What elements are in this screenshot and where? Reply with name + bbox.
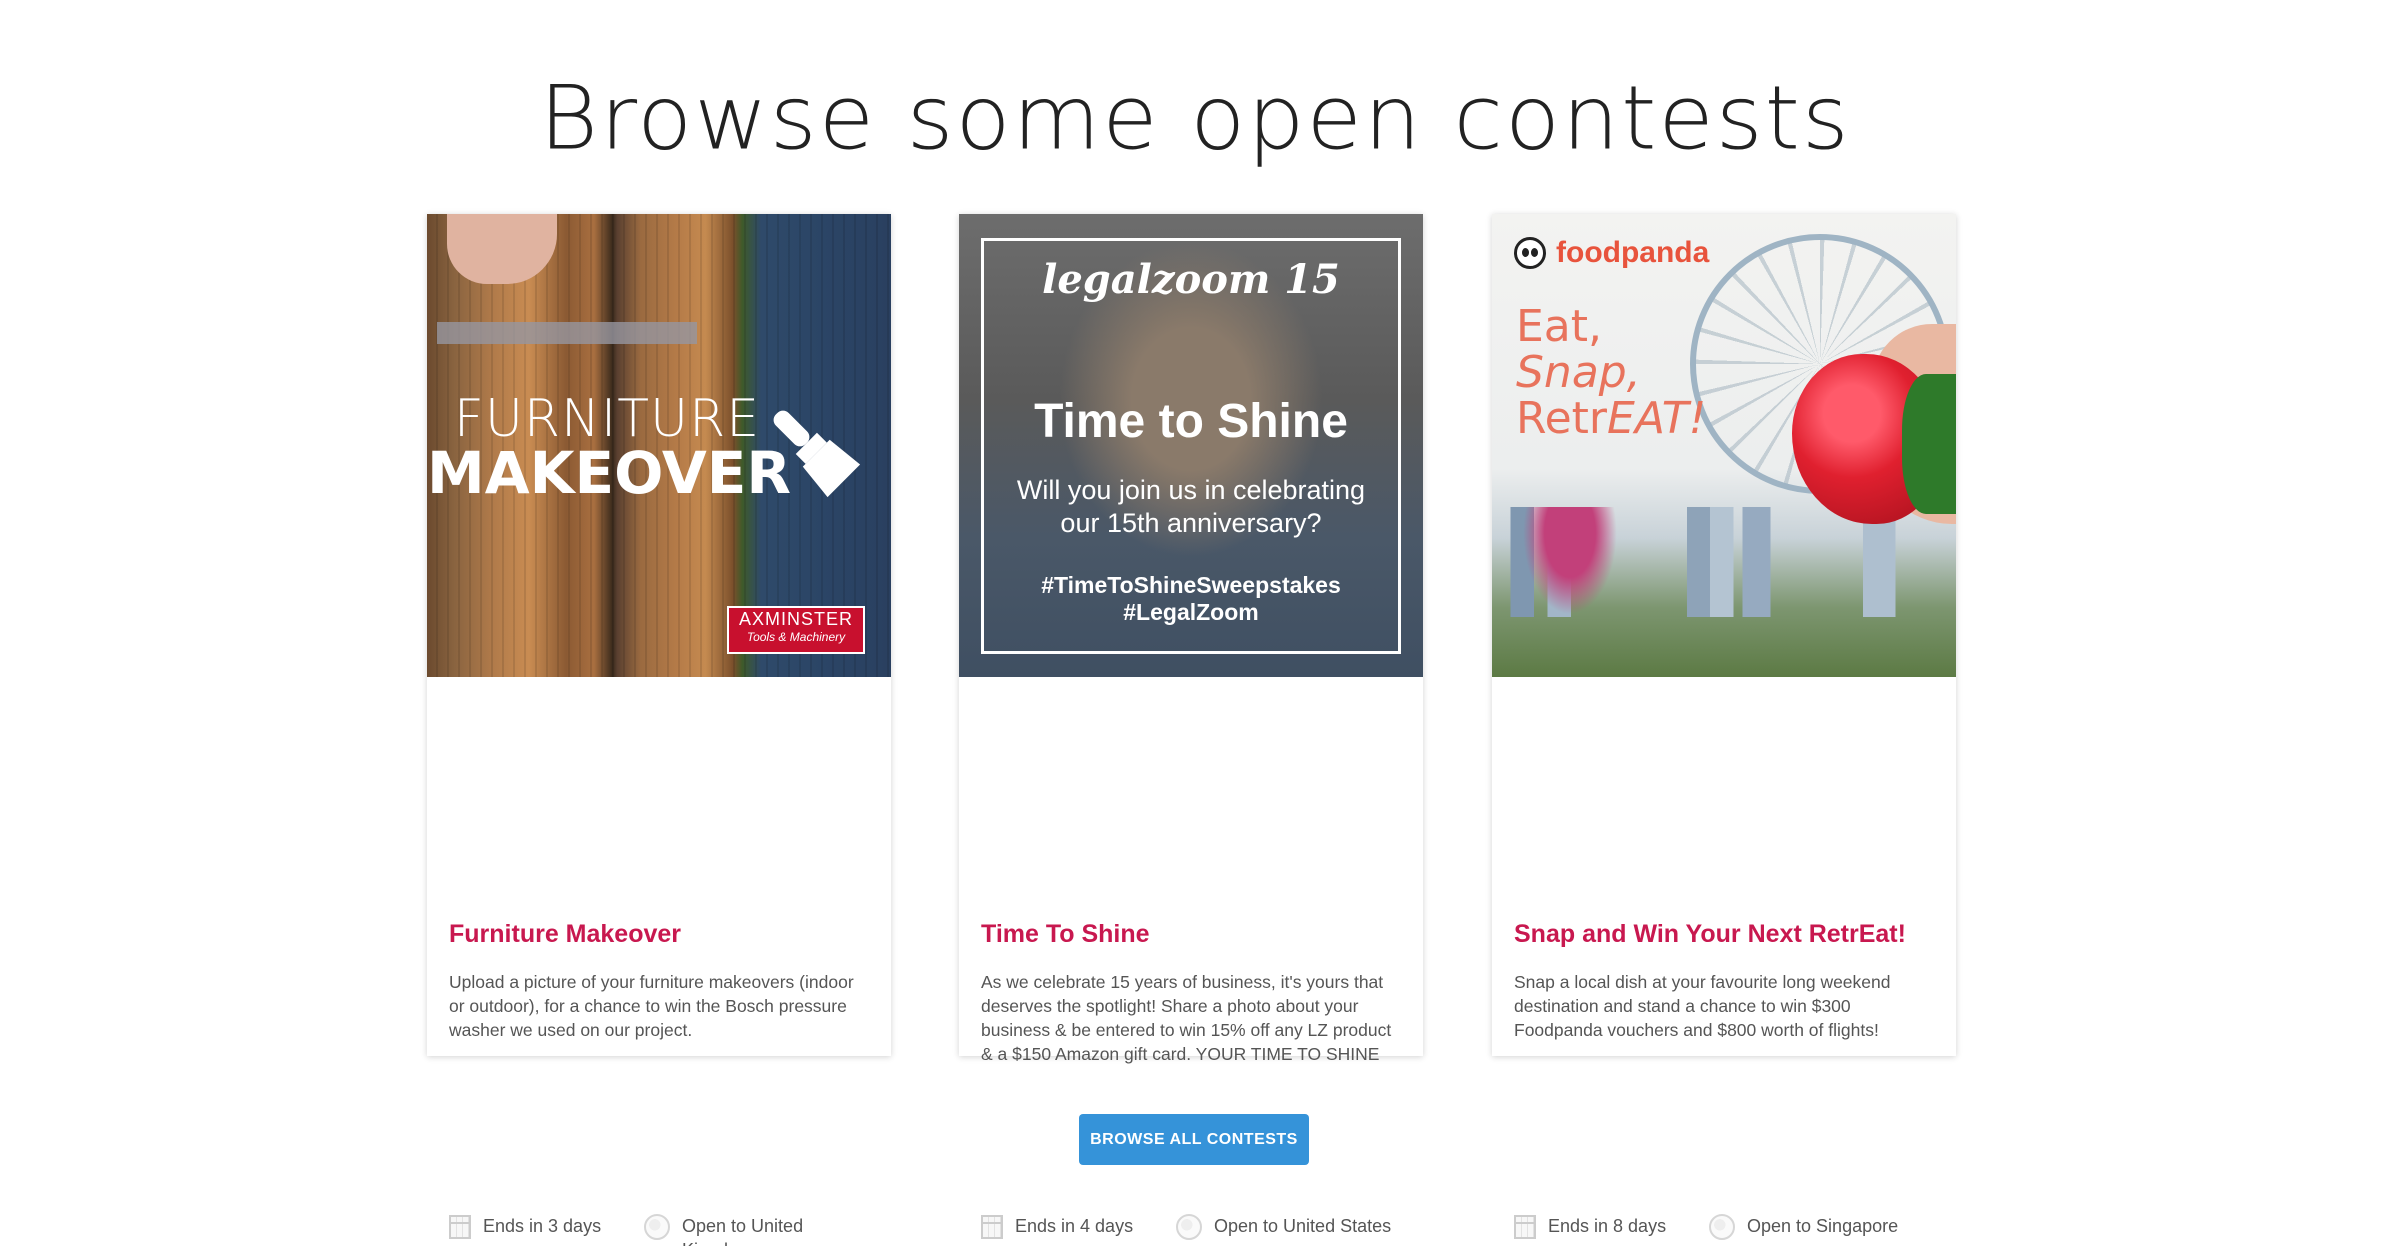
open-to-info: Open to United States <box>1176 1214 1444 1240</box>
ends-text: Ends in 8 days <box>1548 1216 1667 1236</box>
open-to-text: Open to Singapore <box>1747 1216 1899 1236</box>
contest-meta: Ends in 8 days Open to Singapore <box>1514 1214 1944 1246</box>
contest-description: Upload a picture of your furniture makeo… <box>449 972 854 1040</box>
contest-card-furniture-makeover[interactable]: FURNITURE MAKEOVER AXMINSTER Tools & Mac… <box>427 214 891 1246</box>
open-to-text: Open to United States <box>1214 1216 1392 1236</box>
contest-image[interactable]: foodpanda Eat, Snap, RetrEAT! <box>1492 214 1956 677</box>
panda-icon <box>1514 237 1546 269</box>
ends-text: Ends in 3 days <box>483 1216 602 1236</box>
browse-all-contests-button[interactable]: BROWSE ALL CONTESTS <box>1079 1114 1309 1165</box>
globe-icon <box>1176 1214 1202 1240</box>
open-to-text: Open to United Kingdom <box>682 1216 804 1246</box>
hashtag: #LegalZoom <box>1123 599 1259 625</box>
supertree-graphic <box>1510 507 1630 637</box>
globe-icon <box>1709 1214 1735 1240</box>
contest-image[interactable]: FURNITURE MAKEOVER AXMINSTER Tools & Mac… <box>427 214 891 677</box>
image-hashtags: #TimeToShineSweepstakes #LegalZoom <box>959 572 1423 626</box>
calendar-icon <box>1514 1215 1536 1239</box>
contests-section: Browse some open contests FURNITURE MAKE… <box>0 0 2390 1246</box>
contest-description: As we celebrate 15 years of business, it… <box>981 972 1392 1064</box>
globe-icon <box>644 1214 670 1240</box>
contest-title[interactable]: Time To Shine <box>981 920 1150 949</box>
ends-info: Ends in 8 days <box>1514 1214 1666 1239</box>
calendar-icon <box>449 1215 471 1239</box>
paintbrush-icon <box>757 394 877 514</box>
contest-card-snap-and-win[interactable]: foodpanda Eat, Snap, RetrEAT! Snap and W… <box>1492 214 1956 1240</box>
image-slogan: Eat, Snap, RetrEAT! <box>1516 301 1707 444</box>
legalzoom-logo: legalzoom 15 <box>1042 256 1340 303</box>
foodpanda-logo: foodpanda <box>1514 236 1709 270</box>
contest-cards: FURNITURE MAKEOVER AXMINSTER Tools & Mac… <box>427 214 1963 1246</box>
tape-graphic <box>437 322 697 344</box>
calendar-icon <box>981 1215 1003 1239</box>
image-text-line2: MAKEOVER <box>427 439 792 507</box>
ends-info: Ends in 3 days <box>449 1214 601 1239</box>
contest-card-time-to-shine[interactable]: legalzoom 15 Time to Shine Will you join… <box>959 214 1423 1240</box>
contest-title[interactable]: Furniture Makeover <box>449 920 681 949</box>
ends-text: Ends in 4 days <box>1015 1216 1134 1236</box>
contest-title[interactable]: Snap and Win Your Next RetrEat! <box>1514 920 1906 949</box>
page-title: Browse some open contests <box>539 67 1851 170</box>
open-to-info: Open to Singapore <box>1709 1214 1977 1240</box>
leaf-graphic <box>1902 374 1956 514</box>
axminster-logo: AXMINSTER Tools & Machinery <box>727 606 865 654</box>
contest-description: Snap a local dish at your favourite long… <box>1514 972 1891 1040</box>
contest-image[interactable]: legalzoom 15 Time to Shine Will you join… <box>959 214 1423 677</box>
image-heading: Time to Shine <box>1034 395 1348 448</box>
hashtag: #TimeToShineSweepstakes <box>1041 572 1341 598</box>
contest-meta: Ends in 4 days Open to United States <box>981 1214 1411 1246</box>
image-subheading: Will you join us in celebrating our 15th… <box>1016 475 1366 538</box>
ends-info: Ends in 4 days <box>981 1214 1133 1239</box>
contest-meta: Ends in 3 days Open to United Kingdom <box>449 1214 879 1246</box>
open-to-info: Open to United Kingdom <box>644 1214 872 1246</box>
